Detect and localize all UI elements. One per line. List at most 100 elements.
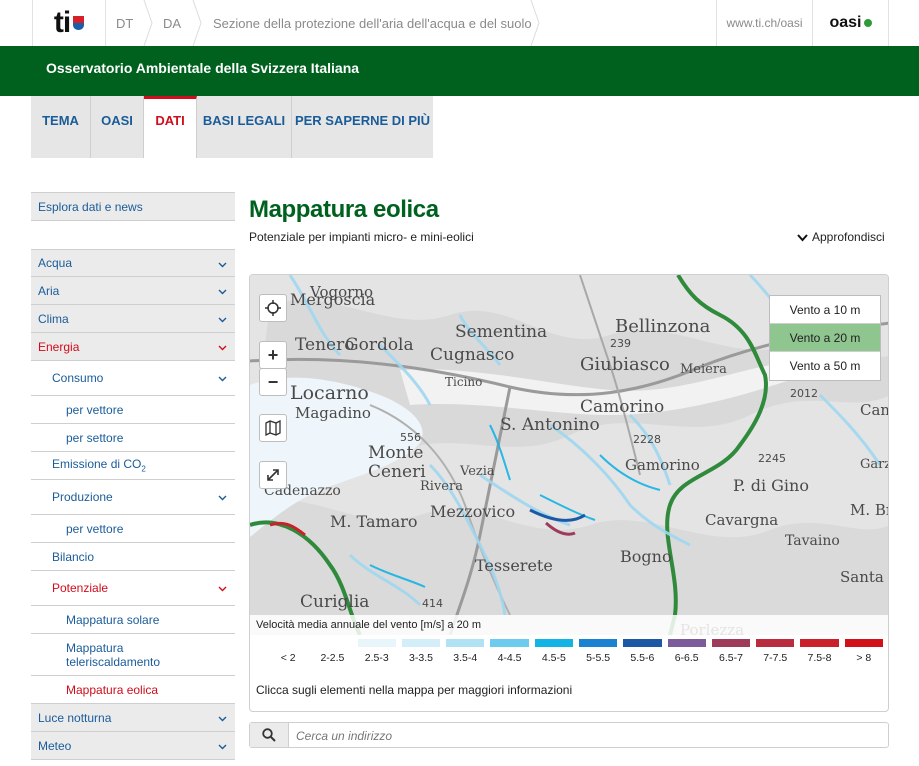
sidebar-item-bilancio[interactable]: Bilancio [31,543,235,571]
legend-label: 5-5.5 [586,652,611,664]
legend-item: 6.5-7 [709,639,753,664]
search-input[interactable] [294,723,888,749]
legend-swatch [534,639,573,647]
sidebar-item-consumo[interactable]: Consumo [31,361,235,396]
zoom-out-button[interactable]: − [259,368,287,396]
sidebar-item-meteo[interactable]: Meteo [31,732,235,760]
chevron-down-icon [218,317,227,322]
zoom-in-button[interactable]: + [259,341,287,369]
legend-swatch [623,639,662,647]
sidebar-item-mappatura-teleriscaldamento[interactable]: Mappatura teleriscaldamento [31,634,235,676]
sidebar-item-label: Potenziale [52,581,109,595]
map-place-label: Meiera [680,362,727,377]
elevation-label: 2228 [633,433,661,446]
sidebar-item-energia[interactable]: Energia [31,333,235,361]
map-place-label: Mezzovico [430,502,515,521]
sidebar-item-acqua[interactable]: Acqua [31,249,235,277]
map-panel: Vogorno Mergoscia Tenero Gordola Sementina Be… [249,274,889,712]
tab-basi-legali[interactable]: BASI LEGALI [197,96,292,158]
legend-label: 4-4.5 [497,652,522,664]
site-link[interactable]: www.ti.ch/oasi [716,0,812,46]
sidebar-item-esplora[interactable]: Esplora dati e news [31,192,235,221]
locate-button[interactable] [259,294,287,322]
map-place-label: Tesserete [475,556,553,575]
sidebar-item-emissione-di-co[interactable]: Emissione di CO2 [31,452,235,480]
legend-swatch [711,639,751,647]
legend-item: 2.5-3 [355,639,399,664]
breadcrumb-separator-icon [530,0,540,46]
legend-item: 4-4.5 [487,639,531,664]
legend-label: 6-6.5 [674,652,699,664]
expand-icon [267,469,279,481]
oasi-logo-text: oasi [829,14,862,31]
map-place-label: Tavaino [785,533,840,549]
map-caption: Velocità media annuale del vento [m/s] a… [250,615,888,635]
breadcrumb-dt[interactable]: DT [116,0,133,46]
sidebar-item-per-vettore[interactable]: per vettore [31,515,235,543]
tab-tema[interactable]: TEMA [31,96,91,158]
map-place-label: Vezia [459,464,495,479]
legend-item: > 8 [842,639,886,664]
tab-dati[interactable]: DATI [144,96,197,158]
fullscreen-button[interactable] [259,461,287,489]
sidebar-item-produzione[interactable]: Produzione [31,480,235,515]
layer-vento-50m[interactable]: Vento a 50 m [770,352,880,380]
search-button[interactable] [250,723,289,747]
map-place-label: Ticino [445,375,482,389]
chevron-down-icon [218,586,227,592]
legend-item: 6-6.5 [665,639,709,664]
sidebar-item-mappatura-eolica[interactable]: Mappatura eolica [31,676,235,704]
legend-label: 7.5-8 [807,652,832,664]
ticino-logo[interactable]: ti [32,0,106,46]
chevron-down-icon [218,716,227,721]
chevron-down-icon [218,289,227,294]
approfondisci-label: Approfondisci [812,230,885,244]
legend-item: < 2 [266,639,310,664]
map-place-label: Mergoscia [290,290,376,309]
basemap-button[interactable] [259,414,287,442]
chevron-down-icon [218,376,227,382]
sidebar: Esplora dati e news Acqua Aria Clima Energi… [31,192,235,760]
layer-vento-10m[interactable]: Vento a 10 m [770,296,880,324]
tab-per-saperne-di-piu[interactable]: PER SAPERNE DI PIÙ [292,96,433,158]
sidebar-item-luce-notturna[interactable]: Luce notturna [31,704,235,732]
sidebar-item-label: Mappatura teleriscaldamento [66,640,161,669]
legend-item: 3.5-4 [443,639,487,664]
subscript: 2 [141,464,146,474]
legend-label: 2.5-3 [364,652,389,664]
legend-label: 5.5-6 [630,652,655,664]
sidebar-item-mappatura-solare[interactable]: Mappatura solare [31,606,235,634]
layer-vento-20m[interactable]: Vento a 20 m [770,324,880,352]
sidebar-item-clima[interactable]: Clima [31,305,235,333]
map-place-label: Rivera [420,479,463,494]
chevron-down-icon [218,744,227,749]
sidebar-item-per-vettore[interactable]: per vettore [31,396,235,424]
tab-oasi[interactable]: OASI [91,96,144,158]
main-nav: TEMA OASI DATI BASI LEGALI PER SAPERNE D… [31,96,433,158]
legend-item: 4.5-5 [532,639,576,664]
map-place-label: Camoghè [860,401,889,419]
map-place-label: Gordola [345,335,414,355]
legend-label: < 2 [280,652,296,664]
approfondisci-toggle[interactable]: Approfondisci [797,230,885,244]
breadcrumb-sezione[interactable]: Sezione della protezione dell'aria dell'… [213,0,532,46]
elevation-label: 2012 [790,387,818,400]
site-title[interactable]: Osservatorio Ambientale della Svizzera I… [46,60,359,76]
sidebar-item-potenziale[interactable]: Potenziale [31,571,235,606]
breadcrumb-da[interactable]: DA [163,0,181,46]
legend-item: 2-2.5 [310,639,354,664]
map-place-label: M. Tamaro [330,512,418,531]
sidebar-item-per-settore[interactable]: per settore [31,424,235,452]
legend-label: > 8 [856,652,872,664]
crosshair-icon [265,300,281,316]
site-header: Osservatorio Ambientale della Svizzera I… [0,46,919,96]
map-place-label: Camorino [580,397,664,417]
plus-icon: + [267,344,279,365]
oasi-logo[interactable]: oasi [812,0,889,46]
sidebar-item-aria[interactable]: Aria [31,277,235,305]
sidebar-list: Acqua Aria Clima Energia Consumo per vettore p… [31,249,235,760]
legend-swatch [357,639,396,647]
sidebar-item-label: Meteo [38,738,72,753]
wind-map[interactable]: Vogorno Mergoscia Tenero Gordola Sementina Be… [250,275,889,639]
elevation-label: 414 [422,597,443,610]
